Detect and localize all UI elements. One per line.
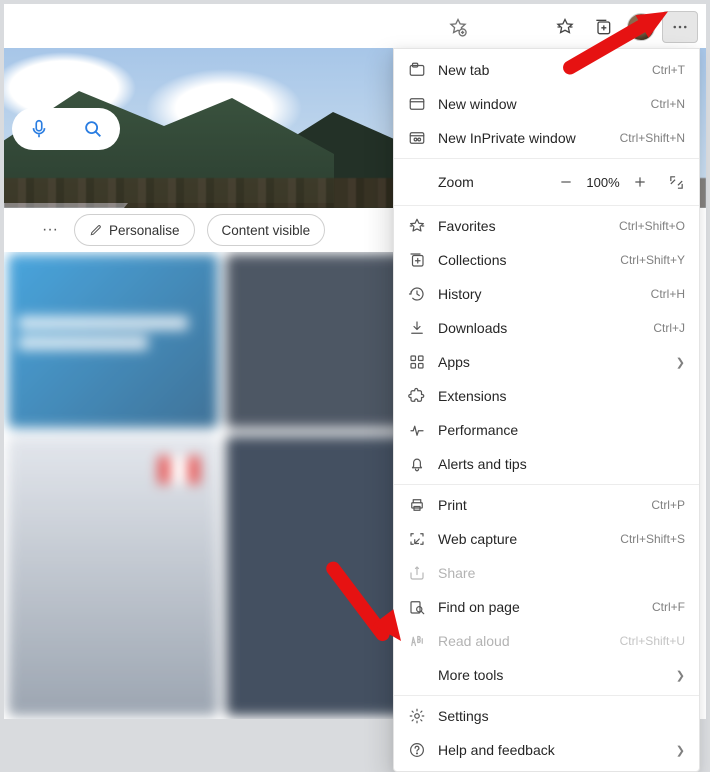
add-favorite-icon[interactable] xyxy=(448,17,468,37)
chip-label: Content visible xyxy=(222,223,311,238)
menu-item-label: Help and feedback xyxy=(438,742,670,758)
fullscreen-button[interactable] xyxy=(663,169,689,195)
menu-item-label: Performance xyxy=(438,422,685,438)
chevron-right-icon: ❯ xyxy=(676,744,685,757)
browser-window: ··· Personalise Content visible New tabC… xyxy=(4,4,706,719)
menu-item-label: Extensions xyxy=(438,388,685,404)
pencil-icon xyxy=(89,223,103,237)
menu-item-performance[interactable]: Performance xyxy=(394,413,699,447)
menu-item-label: Read aloud xyxy=(438,633,620,649)
menu-item-shortcut: Ctrl+Shift+U xyxy=(620,634,685,648)
menu-item-label: Print xyxy=(438,497,651,513)
menu-item-shortcut: Ctrl+F xyxy=(652,600,685,614)
capture-icon xyxy=(406,530,428,548)
menu-item-label: Settings xyxy=(438,708,685,724)
menu-item-label: Collections xyxy=(438,252,620,268)
search-pill[interactable] xyxy=(12,108,120,150)
coll-icon xyxy=(406,251,428,269)
share-icon xyxy=(406,564,428,582)
print-icon xyxy=(406,496,428,514)
menu-item-shortcut: Ctrl+Shift+N xyxy=(620,131,685,145)
menu-item-settings[interactable]: Settings xyxy=(394,699,699,733)
personalise-chip[interactable]: Personalise xyxy=(74,214,195,246)
menu-item-new-window[interactable]: New windowCtrl+N xyxy=(394,87,699,121)
menu-item-print[interactable]: PrintCtrl+P xyxy=(394,488,699,522)
menu-item-label: New tab xyxy=(438,62,652,78)
menu-item-apps[interactable]: Apps ❯ xyxy=(394,345,699,379)
menu-item-shortcut: Ctrl+Shift+O xyxy=(619,219,685,233)
fav-icon xyxy=(406,217,428,235)
more-menu-button[interactable] xyxy=(662,11,698,43)
menu-item-label: More tools xyxy=(438,667,670,683)
collections-button[interactable] xyxy=(586,12,620,42)
chevron-right-icon: ❯ xyxy=(676,356,685,369)
zoom-in-button[interactable] xyxy=(627,169,653,195)
find-icon xyxy=(406,598,428,616)
menu-item-label: Share xyxy=(438,565,685,581)
menu-item-collections[interactable]: CollectionsCtrl+Shift+Y xyxy=(394,243,699,277)
profile-button[interactable] xyxy=(624,12,658,42)
zoom-label: Zoom xyxy=(438,174,553,190)
menu-item-shortcut: Ctrl+P xyxy=(651,498,685,512)
zoom-control: Zoom 100% xyxy=(394,162,699,202)
menu-item-shortcut: Ctrl+Shift+S xyxy=(620,532,685,546)
menu-item-web-capture[interactable]: Web captureCtrl+Shift+S xyxy=(394,522,699,556)
address-bar[interactable] xyxy=(8,9,478,43)
menu-item-alerts[interactable]: Alerts and tips xyxy=(394,447,699,481)
menu-item-shortcut: Ctrl+Shift+Y xyxy=(620,253,685,267)
search-icon[interactable] xyxy=(82,118,104,140)
menu-item-label: New window xyxy=(438,96,651,112)
menu-item-label: History xyxy=(438,286,651,302)
perf-icon xyxy=(406,421,428,439)
menu-item-label: Favorites xyxy=(438,218,619,234)
mic-icon[interactable] xyxy=(28,118,50,140)
zoom-value: 100% xyxy=(579,175,627,190)
menu-item-more-tools[interactable]: More tools ❯ xyxy=(394,658,699,692)
help-icon xyxy=(406,741,428,759)
menu-item-label: New InPrivate window xyxy=(438,130,620,146)
menu-item-shortcut: Ctrl+T xyxy=(652,63,685,77)
window-icon xyxy=(406,95,428,113)
menu-item-share: Share xyxy=(394,556,699,590)
menu-item-find[interactable]: Find on pageCtrl+F xyxy=(394,590,699,624)
menu-item-read-aloud: Read aloudCtrl+Shift+U xyxy=(394,624,699,658)
ext-icon xyxy=(406,387,428,405)
menu-item-new-tab[interactable]: New tabCtrl+T xyxy=(394,53,699,87)
chipbar-more-icon[interactable]: ··· xyxy=(38,221,62,239)
hist-icon xyxy=(406,285,428,303)
bell-icon xyxy=(406,455,428,473)
menu-item-help[interactable]: Help and feedback ❯ xyxy=(394,733,699,767)
menu-item-extensions[interactable]: Extensions xyxy=(394,379,699,413)
tab-icon xyxy=(406,61,428,79)
chevron-right-icon: ❯ xyxy=(676,669,685,682)
down-icon xyxy=(406,319,428,337)
menu-item-label: Downloads xyxy=(438,320,653,336)
avatar-icon xyxy=(627,13,655,41)
gear-icon xyxy=(406,707,428,725)
inprivate-icon xyxy=(406,129,428,147)
menu-item-label: Find on page xyxy=(438,599,652,615)
zoom-out-button[interactable] xyxy=(553,169,579,195)
read-icon xyxy=(406,632,428,650)
browser-menu: New tabCtrl+TNew windowCtrl+NNew InPriva… xyxy=(393,48,700,772)
menu-item-new-inprivate[interactable]: New InPrivate windowCtrl+Shift+N xyxy=(394,121,699,155)
toolbar xyxy=(4,4,706,49)
menu-item-history[interactable]: HistoryCtrl+H xyxy=(394,277,699,311)
menu-item-shortcut: Ctrl+N xyxy=(651,97,685,111)
chip-label: Personalise xyxy=(109,223,180,238)
apps-icon xyxy=(406,353,428,371)
content-visible-chip[interactable]: Content visible xyxy=(207,214,326,246)
menu-item-label: Web capture xyxy=(438,531,620,547)
favorites-button[interactable] xyxy=(548,12,582,42)
menu-item-favorites[interactable]: FavoritesCtrl+Shift+O xyxy=(394,209,699,243)
menu-item-label: Apps xyxy=(438,354,670,370)
menu-item-downloads[interactable]: DownloadsCtrl+J xyxy=(394,311,699,345)
menu-item-shortcut: Ctrl+J xyxy=(653,321,685,335)
menu-item-label: Alerts and tips xyxy=(438,456,685,472)
menu-item-shortcut: Ctrl+H xyxy=(651,287,685,301)
